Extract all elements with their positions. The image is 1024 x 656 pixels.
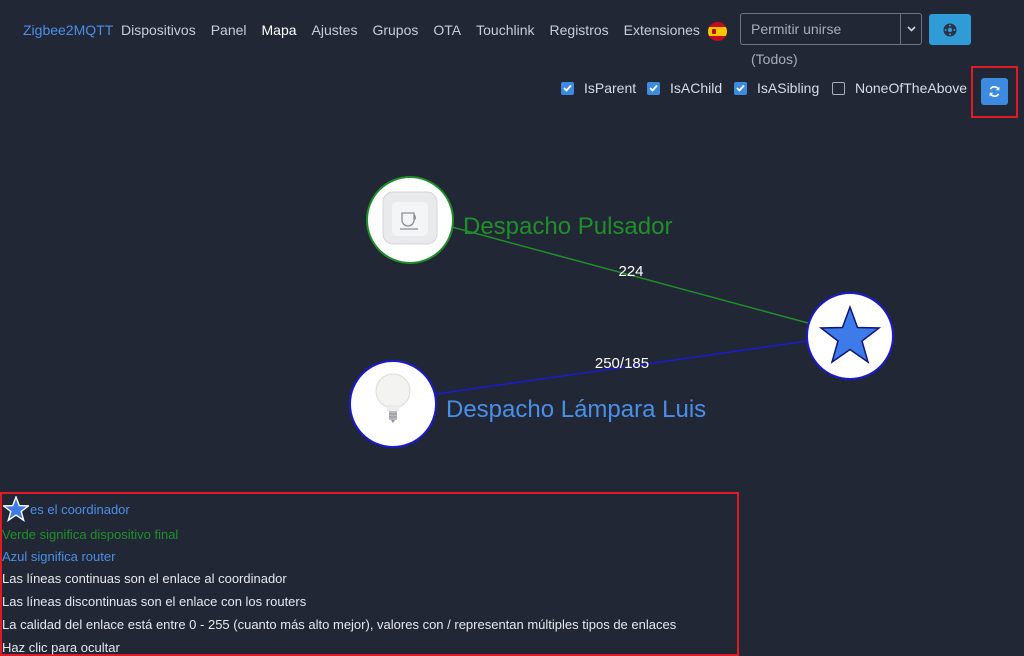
node-despacho-lampara-luis[interactable]: Despacho Lámpara Luis xyxy=(349,360,706,448)
permit-join-button[interactable]: Permitir unirse (Todos) xyxy=(740,13,900,67)
refresh-icon xyxy=(989,86,1000,97)
link-type-filters: IsParent IsAChild IsASibling NoneOfTheAb… xyxy=(0,80,1024,104)
node-label: Despacho Lámpara Luis xyxy=(446,396,706,423)
node-despacho-pulsador[interactable]: Despacho Pulsador xyxy=(366,176,672,264)
spain-flag-icon[interactable] xyxy=(708,22,727,41)
check-icon xyxy=(649,84,658,92)
filter-noneoftheabove[interactable]: NoneOfTheAbove xyxy=(832,80,967,96)
permit-join-dropdown[interactable] xyxy=(900,13,922,45)
permit-join-group: Permitir unirse (Todos) xyxy=(740,13,922,67)
checkbox-isachild[interactable] xyxy=(647,81,660,95)
nav-item-ota[interactable]: OTA xyxy=(433,22,461,38)
filter-label: NoneOfTheAbove xyxy=(855,80,968,96)
nav-item-mapa[interactable]: Mapa xyxy=(262,22,297,38)
button-device-icon xyxy=(382,191,438,245)
filter-label: IsParent xyxy=(584,80,637,96)
legend-dashed-lines: Las líneas discontinuas son el enlace co… xyxy=(2,594,307,609)
link-label-lampara: 250/185 xyxy=(595,355,649,372)
node-label: Despacho Pulsador xyxy=(463,213,672,240)
node-coordinator[interactable] xyxy=(806,292,894,380)
map-page: Zigbee2MQTT Dispositivos Panel Mapa Ajus… xyxy=(0,0,1024,656)
link-label-pulsador: 224 xyxy=(618,263,643,280)
legend-router: Azul significa router xyxy=(2,549,116,564)
nav-item-dispositivos[interactable]: Dispositivos xyxy=(121,22,196,38)
check-icon xyxy=(563,84,572,92)
flag-crest xyxy=(712,29,716,34)
nav-item-ajustes[interactable]: Ajustes xyxy=(312,22,358,38)
settings-icon xyxy=(943,23,957,36)
map-legend[interactable]: es el coordinador Verde significa dispos… xyxy=(0,492,739,656)
chevron-down-icon xyxy=(906,26,916,32)
nav-menu: Dispositivos Panel Mapa Ajustes Grupos O… xyxy=(121,22,715,38)
filter-label: IsAChild xyxy=(670,80,723,96)
filter-label: IsASibling xyxy=(757,80,820,96)
filter-isparent[interactable]: IsParent xyxy=(561,80,636,96)
nav-item-extensiones[interactable]: Extensiones xyxy=(624,22,700,38)
nav-item-grupos[interactable]: Grupos xyxy=(372,22,418,38)
legend-hide-hint[interactable]: Haz clic para ocultar xyxy=(2,640,120,655)
legend-solid-lines: Las líneas continuas son el enlace al co… xyxy=(2,571,287,586)
filter-isasibling[interactable]: IsASibling xyxy=(734,80,819,96)
extra-settings-button[interactable] xyxy=(929,14,971,45)
star-icon xyxy=(3,496,29,522)
check-icon xyxy=(736,84,745,92)
checkbox-noneoftheabove[interactable] xyxy=(832,81,845,95)
checkbox-isparent[interactable] xyxy=(561,81,574,95)
filter-isachild[interactable]: IsAChild xyxy=(647,80,722,96)
legend-end-device: Verde significa dispositivo final xyxy=(2,527,179,542)
network-map[interactable]: 224 250/185 Despacho Pulsador Despacho L… xyxy=(0,118,1024,488)
nav-item-touchlink[interactable]: Touchlink xyxy=(476,22,534,38)
checkbox-isasibling[interactable] xyxy=(734,81,747,95)
nav-item-registros[interactable]: Registros xyxy=(550,22,609,38)
legend-coordinator: es el coordinador xyxy=(30,502,130,517)
nav-item-panel[interactable]: Panel xyxy=(211,22,247,38)
brand-link[interactable]: Zigbee2MQTT xyxy=(23,22,113,38)
top-navbar: Zigbee2MQTT Dispositivos Panel Mapa Ajus… xyxy=(0,0,1024,67)
refresh-button[interactable] xyxy=(981,78,1008,105)
legend-link-quality: La calidad del enlace está entre 0 - 255… xyxy=(2,617,677,632)
